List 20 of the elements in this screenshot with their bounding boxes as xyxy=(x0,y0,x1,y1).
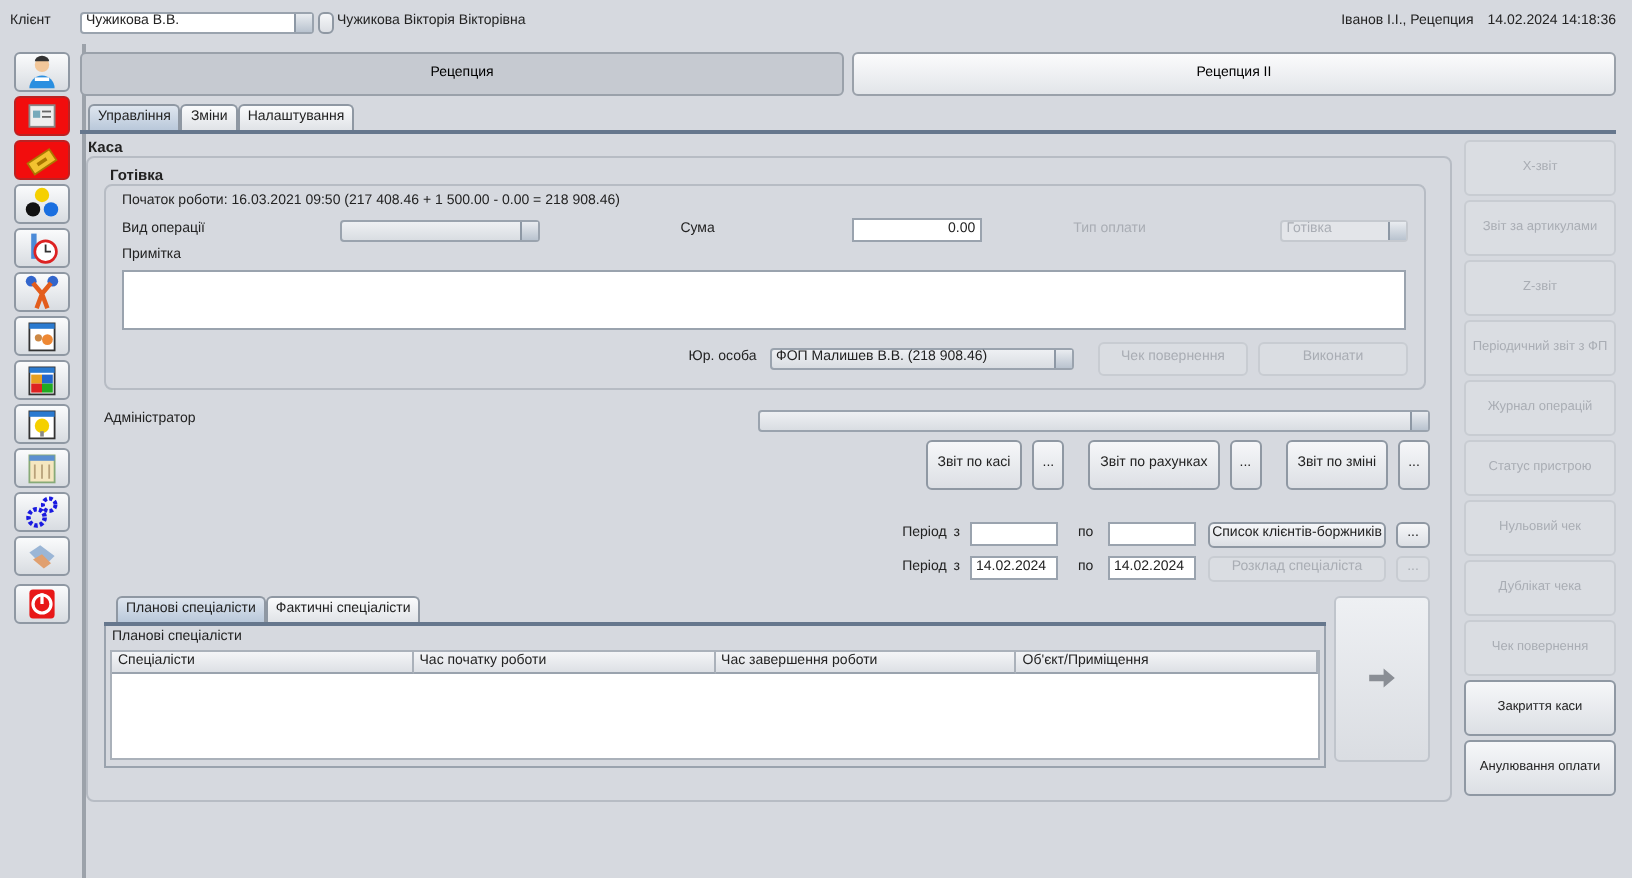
gears-icon xyxy=(23,494,59,530)
card-icon xyxy=(23,98,59,134)
date-field[interactable] xyxy=(1108,522,1196,547)
sidebar-button[interactable] xyxy=(13,492,69,532)
power-icon xyxy=(23,586,59,622)
sidebar-button[interactable] xyxy=(13,184,69,224)
sidebar-button[interactable] xyxy=(13,404,69,444)
person-icon xyxy=(23,54,59,90)
sidebar-button[interactable] xyxy=(13,360,69,400)
date-field[interactable] xyxy=(970,522,1058,547)
calendar-icon xyxy=(23,450,59,486)
sidebar-button[interactable] xyxy=(13,316,69,356)
calendar-icon xyxy=(23,362,59,398)
note-field[interactable] xyxy=(122,269,1406,330)
circles-icon xyxy=(23,186,59,222)
sidebar-button[interactable] xyxy=(13,52,69,92)
figure-icon xyxy=(23,274,59,310)
ticket-icon xyxy=(23,142,59,178)
calendar-icon xyxy=(23,318,59,354)
calendar-icon xyxy=(23,406,59,442)
